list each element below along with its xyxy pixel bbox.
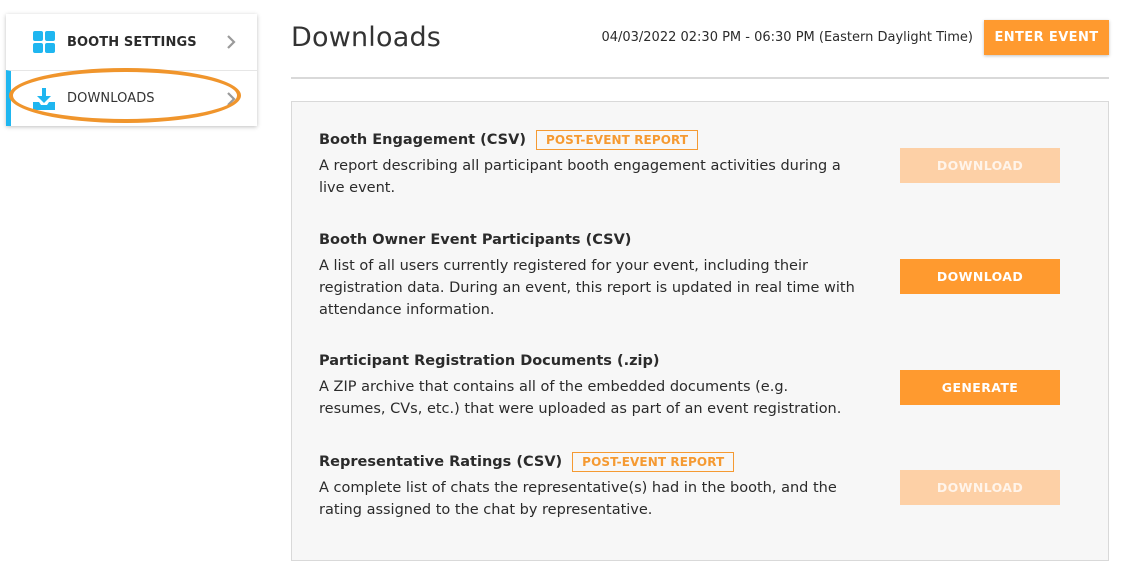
- chevron-right-icon: [227, 35, 236, 49]
- download-booth-engagement-button[interactable]: DOWNLOAD: [900, 148, 1060, 183]
- event-time: 04/03/2022 02:30 PM - 06:30 PM (Eastern …: [601, 30, 973, 45]
- download-icon: [33, 88, 55, 110]
- sidebar-item-label: DOWNLOADS: [67, 91, 155, 106]
- page-title: Downloads: [291, 22, 442, 53]
- enter-event-button[interactable]: ENTER EVENT: [984, 20, 1109, 55]
- downloads-panel: Booth Engagement (CSV) POST-EVENT REPORT…: [291, 101, 1109, 561]
- post-event-badge: POST-EVENT REPORT: [535, 130, 699, 150]
- report-title: Booth Owner Event Participants (CSV): [319, 232, 632, 248]
- sidebar-item-label: BOOTH SETTINGS: [67, 34, 197, 50]
- report-representative-ratings: Representative Ratings (CSV) POST-EVENT …: [319, 451, 859, 521]
- download-participants-button[interactable]: DOWNLOAD: [900, 259, 1060, 294]
- report-description: A report describing all participant boot…: [319, 158, 841, 196]
- report-description: A ZIP archive that contains all of the e…: [319, 379, 842, 417]
- chevron-right-icon: [227, 92, 236, 106]
- report-booth-engagement: Booth Engagement (CSV) POST-EVENT REPORT…: [319, 129, 859, 199]
- sidebar-item-booth-settings[interactable]: BOOTH SETTINGS: [6, 14, 257, 70]
- report-booth-owner-participants: Booth Owner Event Participants (CSV) A l…: [319, 229, 859, 321]
- report-description: A list of all users currently registered…: [319, 258, 855, 318]
- divider: [291, 77, 1109, 79]
- report-title: Participant Registration Documents (.zip…: [319, 353, 660, 369]
- grid-icon: [33, 31, 55, 53]
- report-description: A complete list of chats the representat…: [319, 480, 837, 518]
- download-ratings-button[interactable]: DOWNLOAD: [900, 470, 1060, 505]
- report-title: Booth Engagement (CSV): [319, 132, 526, 148]
- report-registration-documents: Participant Registration Documents (.zip…: [319, 350, 859, 420]
- post-event-badge: POST-EVENT REPORT: [572, 452, 735, 472]
- generate-documents-button[interactable]: GENERATE: [900, 370, 1060, 405]
- sidebar-item-downloads[interactable]: DOWNLOADS: [6, 70, 257, 126]
- report-title: Representative Ratings (CSV): [319, 454, 563, 470]
- sidebar: BOOTH SETTINGS DOWNLOADS: [6, 14, 257, 126]
